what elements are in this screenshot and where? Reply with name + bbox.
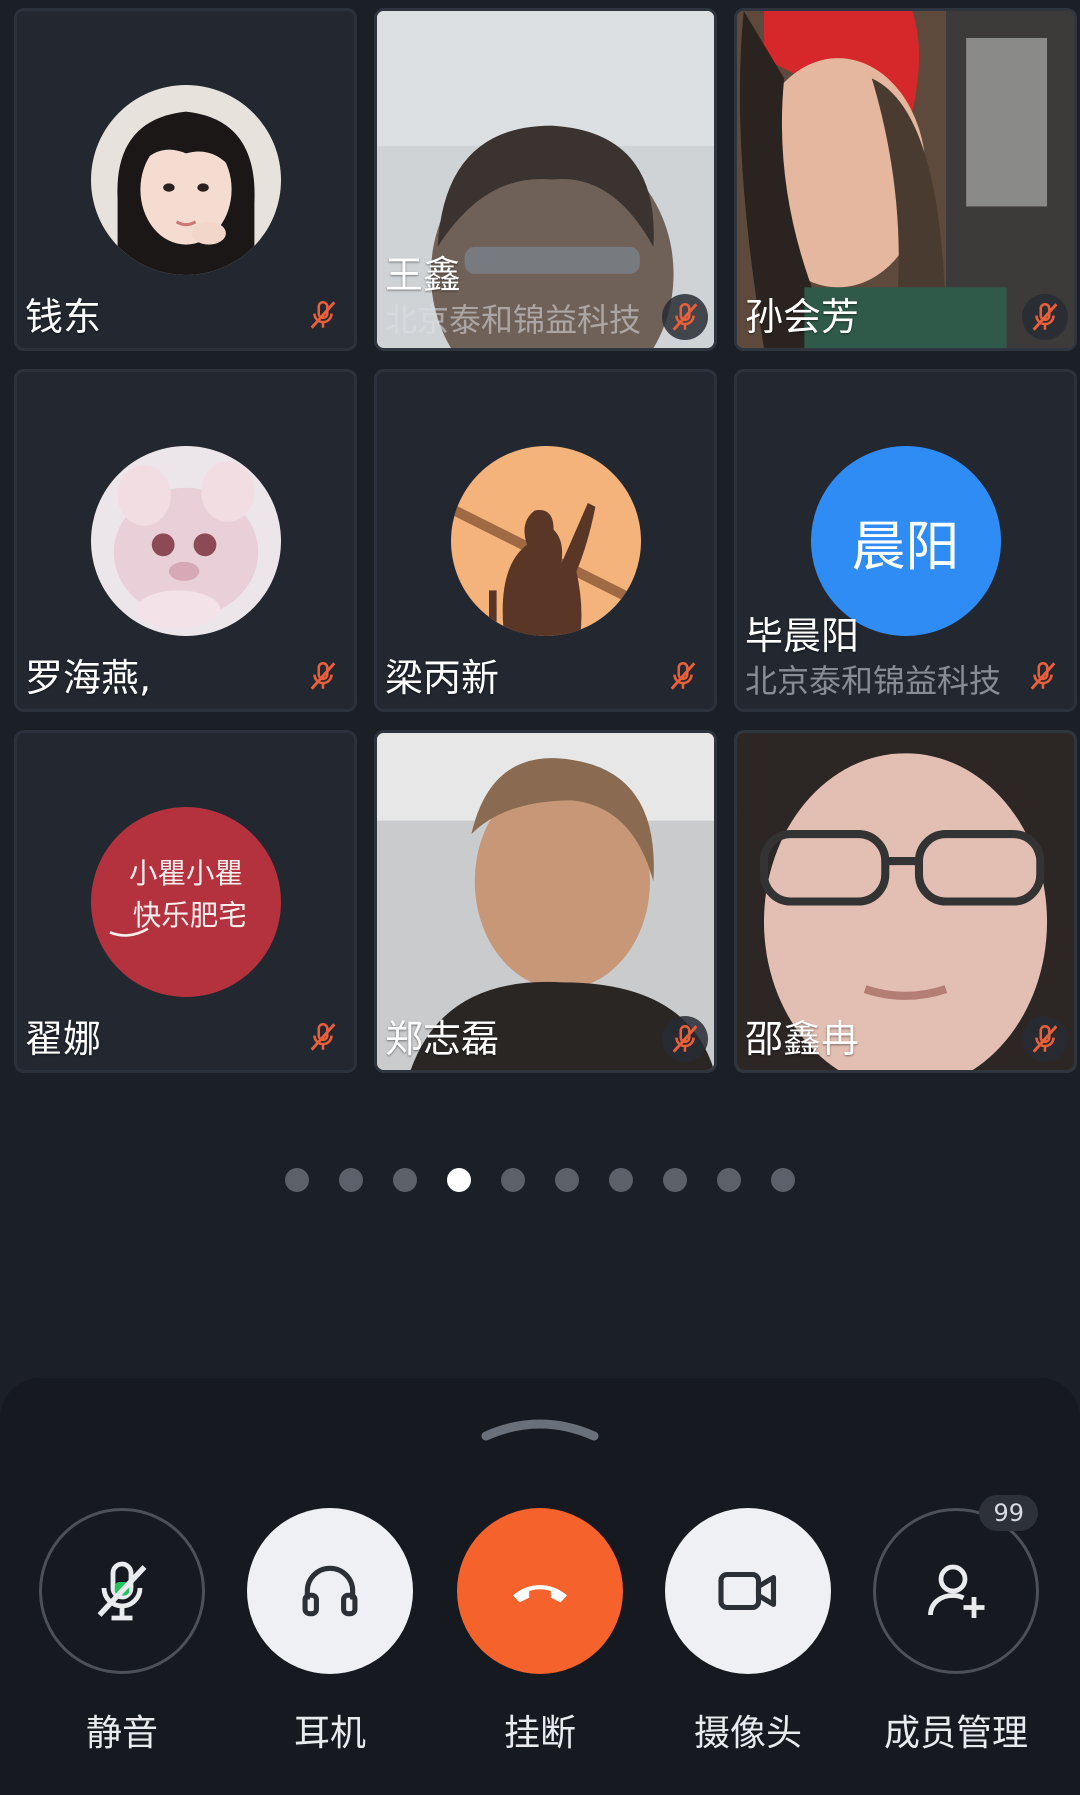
participant-name: 郑志磊	[385, 1017, 500, 1061]
phone-hangup-icon	[513, 1585, 567, 1603]
mic-off-icon	[1022, 1016, 1068, 1062]
mic-off-icon	[306, 1020, 344, 1058]
video-feed	[377, 11, 714, 348]
svg-text:快乐肥宅: 快乐肥宅	[132, 899, 246, 932]
members-button[interactable]: 99	[873, 1495, 1039, 1674]
mic-off-icon	[1026, 659, 1064, 697]
mute-label: 静音	[85, 1713, 158, 1754]
headset-label: 耳机	[293, 1713, 366, 1754]
control-panel: 静音 耳机 挂断 摄像头 99 成员管理	[0, 1378, 1080, 1795]
mic-off-icon	[1022, 294, 1068, 340]
expand-handle-icon[interactable]	[480, 1414, 600, 1444]
mic-off-icon	[662, 1016, 708, 1062]
mic-off-icon	[666, 659, 704, 697]
svg-text:小瞿小瞿: 小瞿小瞿	[128, 857, 242, 890]
mic-off-icon	[306, 298, 344, 336]
page-dot[interactable]	[663, 1168, 687, 1192]
participant-avatar	[450, 446, 641, 636]
participant-name: 钱东	[25, 295, 102, 339]
participant-tile[interactable]: 梁丙新	[374, 369, 717, 712]
participant-tile[interactable]: 钱东	[14, 8, 357, 351]
page-dot[interactable]	[717, 1168, 741, 1192]
members-count-badge: 99	[979, 1495, 1038, 1531]
participant-avatar	[90, 446, 281, 636]
page-dot[interactable]	[771, 1168, 795, 1192]
video-camera-icon	[718, 1571, 777, 1611]
participant-org: 北京泰和锦益科技	[745, 662, 1002, 700]
page-dot[interactable]	[555, 1168, 579, 1192]
participant-org: 北京泰和锦益科技	[385, 301, 642, 339]
camera-control[interactable]: 摄像头	[663, 1508, 833, 1756]
mic-off-icon	[97, 1561, 147, 1621]
mute-control[interactable]: 静音	[37, 1508, 207, 1756]
page-dot[interactable]	[447, 1168, 471, 1192]
add-user-icon	[928, 1564, 985, 1618]
participant-name: 翟娜	[25, 1017, 102, 1061]
meeting-screen: 钱东 王鑫 北京泰和锦益科技 孙会芳 罗海燕, 梁丙新 晨阳 毕晨阳 北京泰和锦…	[0, 0, 1080, 1795]
participant-tile[interactable]: 孙会芳	[734, 8, 1077, 351]
page-dot[interactable]	[609, 1168, 633, 1192]
page-dot[interactable]	[501, 1168, 525, 1192]
camera-button[interactable]	[665, 1508, 831, 1674]
hangup-label: 挂断	[503, 1713, 576, 1754]
call-controls: 静音 耳机 挂断 摄像头 99 成员管理	[0, 1495, 1080, 1768]
participant-tile[interactable]: 郑志磊	[374, 730, 717, 1073]
participant-name: 王鑫	[385, 253, 462, 297]
mic-off-icon	[306, 659, 344, 697]
headphones-icon	[302, 1565, 358, 1617]
page-indicator[interactable]	[0, 1168, 1080, 1192]
participant-tile[interactable]: 王鑫 北京泰和锦益科技	[374, 8, 717, 351]
participant-tile[interactable]: 罗海燕,	[14, 369, 357, 712]
participant-avatar	[90, 85, 281, 275]
mute-button[interactable]	[39, 1508, 205, 1674]
members-control[interactable]: 99 成员管理	[871, 1495, 1041, 1756]
page-dot[interactable]	[339, 1168, 363, 1192]
participant-text-avatar: 晨阳	[810, 446, 1001, 636]
participant-tile[interactable]: 小瞿小瞿 快乐肥宅 翟娜	[14, 730, 357, 1073]
camera-label: 摄像头	[693, 1713, 802, 1754]
page-dot[interactable]	[393, 1168, 417, 1192]
participant-tile[interactable]: 晨阳 毕晨阳 北京泰和锦益科技	[734, 369, 1077, 712]
participant-name: 毕晨阳	[745, 614, 860, 658]
headset-button[interactable]	[247, 1508, 413, 1674]
page-dot[interactable]	[285, 1168, 309, 1192]
participant-name: 孙会芳	[745, 295, 860, 339]
participant-name: 罗海燕,	[25, 656, 152, 700]
mic-off-icon	[662, 294, 708, 340]
headset-control[interactable]: 耳机	[245, 1508, 415, 1756]
hangup-button[interactable]	[457, 1508, 623, 1674]
members-label: 成员管理	[883, 1713, 1028, 1754]
hangup-control[interactable]: 挂断	[455, 1508, 625, 1756]
participant-grid: 钱东 王鑫 北京泰和锦益科技 孙会芳 罗海燕, 梁丙新 晨阳 毕晨阳 北京泰和锦…	[14, 8, 1078, 1073]
participant-name: 邵鑫冉	[745, 1017, 860, 1061]
participant-tile[interactable]: 邵鑫冉	[734, 730, 1077, 1073]
participant-avatar: 小瞿小瞿 快乐肥宅	[90, 807, 281, 997]
participant-name: 梁丙新	[385, 656, 500, 700]
